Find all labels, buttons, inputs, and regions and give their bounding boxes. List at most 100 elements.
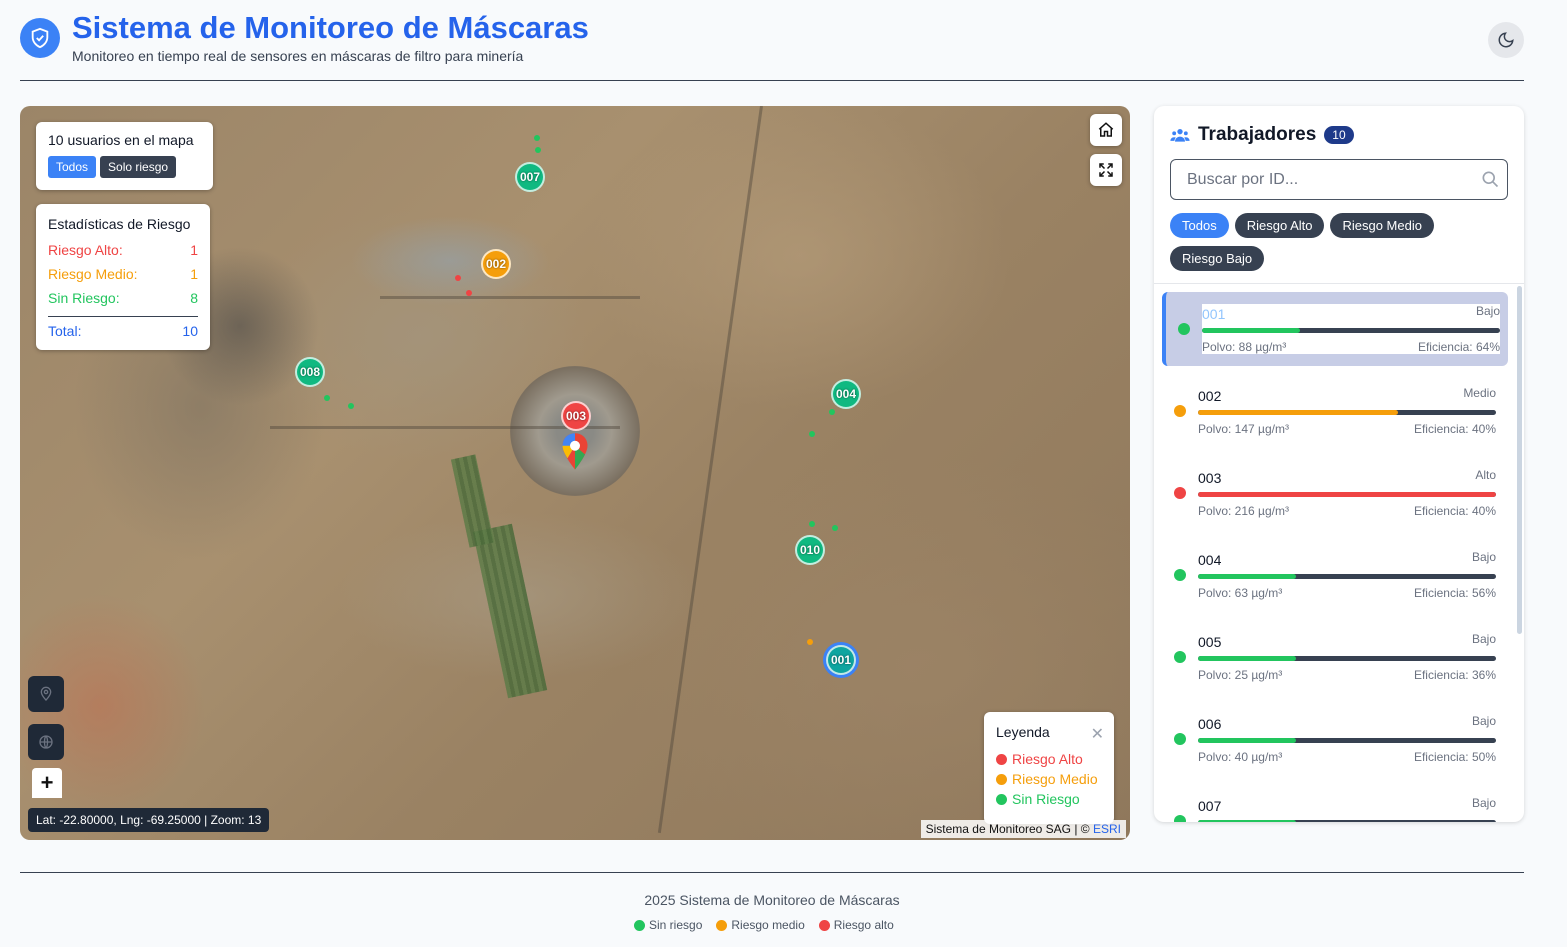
legend-medium: Riesgo Medio [996,769,1102,789]
worker-card[interactable]: 004 Bajo Polvo: 63 µg/m³ Eficiencia: 56% [1162,538,1508,612]
theme-toggle-button[interactable] [1488,22,1524,58]
legend-high: Riesgo Alto [996,749,1102,769]
risk-dot [1174,815,1186,822]
dust-level-bar [1198,574,1496,579]
risk-stats-panel: Estadísticas de Riesgo Riesgo Alto: 1 Rie… [36,204,210,350]
worker-efficiency: Eficiencia: 40% [1413,422,1496,436]
risk-dot [1174,405,1186,417]
worker-dust: Polvo: 40 µg/m³ [1198,750,1283,764]
workers-sidebar: Trabajadores 10 Todos Riesgo Alto Riesgo… [1154,106,1524,822]
worker-id: 005 [1198,634,1222,650]
layer-toggle-button[interactable] [28,724,64,760]
worker-risk-level: Alto [1475,468,1496,482]
worker-dust: Polvo: 25 µg/m³ [1198,668,1283,682]
page-title: Sistema de Monitoreo de Máscaras [72,10,589,45]
worker-card[interactable]: 007 Bajo [1162,784,1508,822]
stat-medium: Riesgo Medio: 1 [48,266,198,282]
worker-dust: Polvo: 216 µg/m³ [1198,504,1289,518]
footer-legend: Sin riesgo Riesgo medio Riesgo alto [634,918,894,932]
fullscreen-button[interactable] [1090,154,1122,186]
satellite-map[interactable]: 007 002 008 003 004 010 001 10 usuarios … [20,106,1130,840]
filter-all-button[interactable]: Todos [48,156,97,178]
risk-stats-title: Estadísticas de Riesgo [48,216,191,232]
worker-dust: Polvo: 147 µg/m³ [1198,422,1289,436]
esri-link[interactable]: ESRI [1093,822,1121,836]
worker-efficiency: Eficiencia: 64% [1417,340,1500,354]
risk-filter-medium[interactable]: Riesgo Medio [1330,213,1434,238]
worker-efficiency: Eficiencia: 40% [1413,504,1496,518]
sidebar-title: Trabajadores [1198,124,1317,145]
worker-dust: Polvo: 88 µg/m³ [1202,340,1287,354]
legend-title: Leyenda [996,724,1050,740]
worker-efficiency: Eficiencia: 36% [1413,668,1496,682]
map-marker-007[interactable]: 007 [515,162,545,192]
map-marker-001[interactable]: 001 [826,645,856,675]
coordinates-readout: Lat: -22.80000, Lng: -69.25000 | Zoom: 1… [28,808,270,832]
workers-list-scrollbar[interactable] [1517,286,1522,634]
dust-level-bar [1198,820,1496,822]
users-on-map-panel: 10 usuarios en el mapa Todos Solo riesgo [36,122,213,190]
stat-total: Total: 10 [48,316,198,344]
dust-level-bar [1202,328,1500,333]
home-icon [1098,122,1114,137]
map-marker-004[interactable]: 004 [831,379,861,409]
moon-icon [1498,32,1514,48]
risk-dot [1174,487,1186,499]
stat-high: Riesgo Alto: 1 [48,242,198,258]
risk-filter-high[interactable]: Riesgo Alto [1234,213,1325,238]
map-marker-002[interactable]: 002 [481,249,511,279]
map-marker-008[interactable]: 008 [295,357,325,387]
close-icon[interactable]: ✕ [1091,724,1104,744]
worker-card[interactable]: 006 Bajo Polvo: 40 µg/m³ Eficiencia: 50% [1162,702,1508,776]
risk-filter-low[interactable]: Riesgo Bajo [1170,246,1265,271]
expand-icon [1099,163,1113,177]
map-marker-003[interactable]: 003 [561,401,591,431]
map-marker-010[interactable]: 010 [795,535,825,565]
page-subtitle: Monitoreo en tiempo real de sensores en … [72,48,524,64]
worker-id: 004 [1198,552,1222,568]
search-icon [1482,171,1499,188]
map-pin-icon [40,686,52,701]
worker-id: 003 [1198,470,1222,486]
risk-filter-all[interactable]: Todos [1170,213,1229,238]
dust-level-bar [1198,738,1496,743]
worker-efficiency: Eficiencia: 56% [1413,586,1496,600]
workers-list: 001 Bajo Polvo: 88 µg/m³ Eficiencia: 64% 002… [1154,284,1524,822]
worker-id: 007 [1198,798,1222,814]
worker-risk-level: Bajo [1471,550,1496,564]
location-pin-icon [560,432,590,477]
worker-risk-level: Bajo [1471,632,1496,646]
worker-risk-level: Bajo [1471,796,1496,810]
worker-card[interactable]: 005 Bajo Polvo: 25 µg/m³ Eficiencia: 36% [1162,620,1508,694]
worker-efficiency: Eficiencia: 50% [1413,750,1496,764]
locate-button[interactable] [28,676,64,712]
worker-card[interactable]: 003 Alto Polvo: 216 µg/m³ Eficiencia: 40% [1162,456,1508,530]
worker-card[interactable]: 001 Bajo Polvo: 88 µg/m³ Eficiencia: 64% [1162,292,1508,366]
header: Sistema de Monitoreo de Máscaras Monitor… [20,10,1524,81]
footer-text: 2025 Sistema de Monitoreo de Máscaras [644,892,900,908]
users-count-label: 10 usuarios en el mapa [48,132,194,148]
zoom-in-button[interactable]: + [32,768,62,798]
shield-logo-icon [20,18,60,58]
stat-none: Sin Riesgo: 8 [48,290,198,306]
risk-dot [1178,323,1190,335]
worker-card[interactable]: 002 Medio Polvo: 147 µg/m³ Eficiencia: 40% [1162,374,1508,448]
dust-level-bar [1198,492,1496,497]
workers-count-badge: 10 [1324,126,1354,144]
map-attribution: Sistema de Monitoreo SAG | © ESRI [920,820,1126,838]
dust-level-bar [1198,410,1496,415]
filter-risk-only-button[interactable]: Solo riesgo [100,156,177,178]
search-input[interactable] [1170,159,1508,200]
map-legend: Leyenda ✕ Riesgo Alto Riesgo Medio Sin R… [984,712,1114,824]
legend-none: Sin Riesgo [996,789,1102,809]
risk-dot [1174,569,1186,581]
dust-level-bar [1198,656,1496,661]
worker-risk-level: Bajo [1475,304,1500,318]
worker-id: 001 [1202,306,1226,322]
users-icon [1170,129,1190,142]
home-button[interactable] [1090,114,1122,146]
worker-id: 006 [1198,716,1222,732]
worker-dust: Polvo: 63 µg/m³ [1198,586,1283,600]
worker-id: 002 [1198,388,1222,404]
globe-icon [39,735,53,749]
